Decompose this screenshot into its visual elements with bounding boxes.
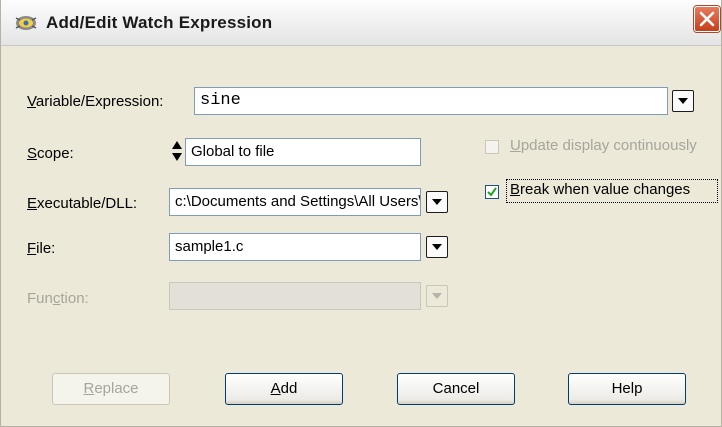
- scope-value-field[interactable]: Global to file: [185, 138, 421, 166]
- watch-expression-dialog: Add/Edit Watch Expression Variable/Expre…: [0, 0, 722, 427]
- close-icon: [699, 11, 715, 27]
- scope-label: Scope:: [27, 145, 74, 162]
- break-on-change-label[interactable]: Break when value changes: [510, 181, 690, 198]
- executable-dll-input[interactable]: c:\Documents and Settings\All Users\: [169, 188, 421, 216]
- add-button[interactable]: Add: [225, 373, 343, 405]
- chevron-down-icon: [432, 244, 442, 250]
- executable-dll-label: Executable/DLL:: [27, 195, 138, 212]
- help-button[interactable]: Help: [568, 373, 686, 405]
- chevron-down-icon: [432, 293, 442, 299]
- chevron-down-icon: [678, 98, 688, 104]
- title-bar[interactable]: Add/Edit Watch Expression: [1, 0, 721, 46]
- break-on-change-checkbox[interactable]: [485, 185, 499, 199]
- function-input: [169, 282, 421, 310]
- file-label: File:: [27, 240, 56, 257]
- checkmark-icon: [487, 187, 497, 197]
- scope-spinner[interactable]: [171, 138, 183, 164]
- function-label: Function:: [27, 290, 89, 307]
- file-dropdown[interactable]: [426, 236, 448, 258]
- cvi-debug-icon: [15, 16, 37, 30]
- executable-dll-dropdown[interactable]: [426, 191, 448, 213]
- update-display-checkbox: [485, 140, 499, 154]
- dialog-title: Add/Edit Watch Expression: [46, 13, 273, 32]
- variable-expression-dropdown[interactable]: [672, 90, 694, 112]
- variable-expression-input[interactable]: sine: [194, 87, 668, 115]
- replace-button: Replace: [52, 373, 170, 405]
- chevron-down-icon: [432, 199, 442, 205]
- variable-expression-label: Variable/Expression:: [27, 93, 164, 110]
- update-display-label: Update display continuously: [510, 137, 697, 154]
- cancel-button[interactable]: Cancel: [397, 373, 515, 405]
- file-input[interactable]: sample1.c: [169, 233, 421, 261]
- function-dropdown: [426, 285, 448, 307]
- close-button[interactable]: [694, 6, 720, 32]
